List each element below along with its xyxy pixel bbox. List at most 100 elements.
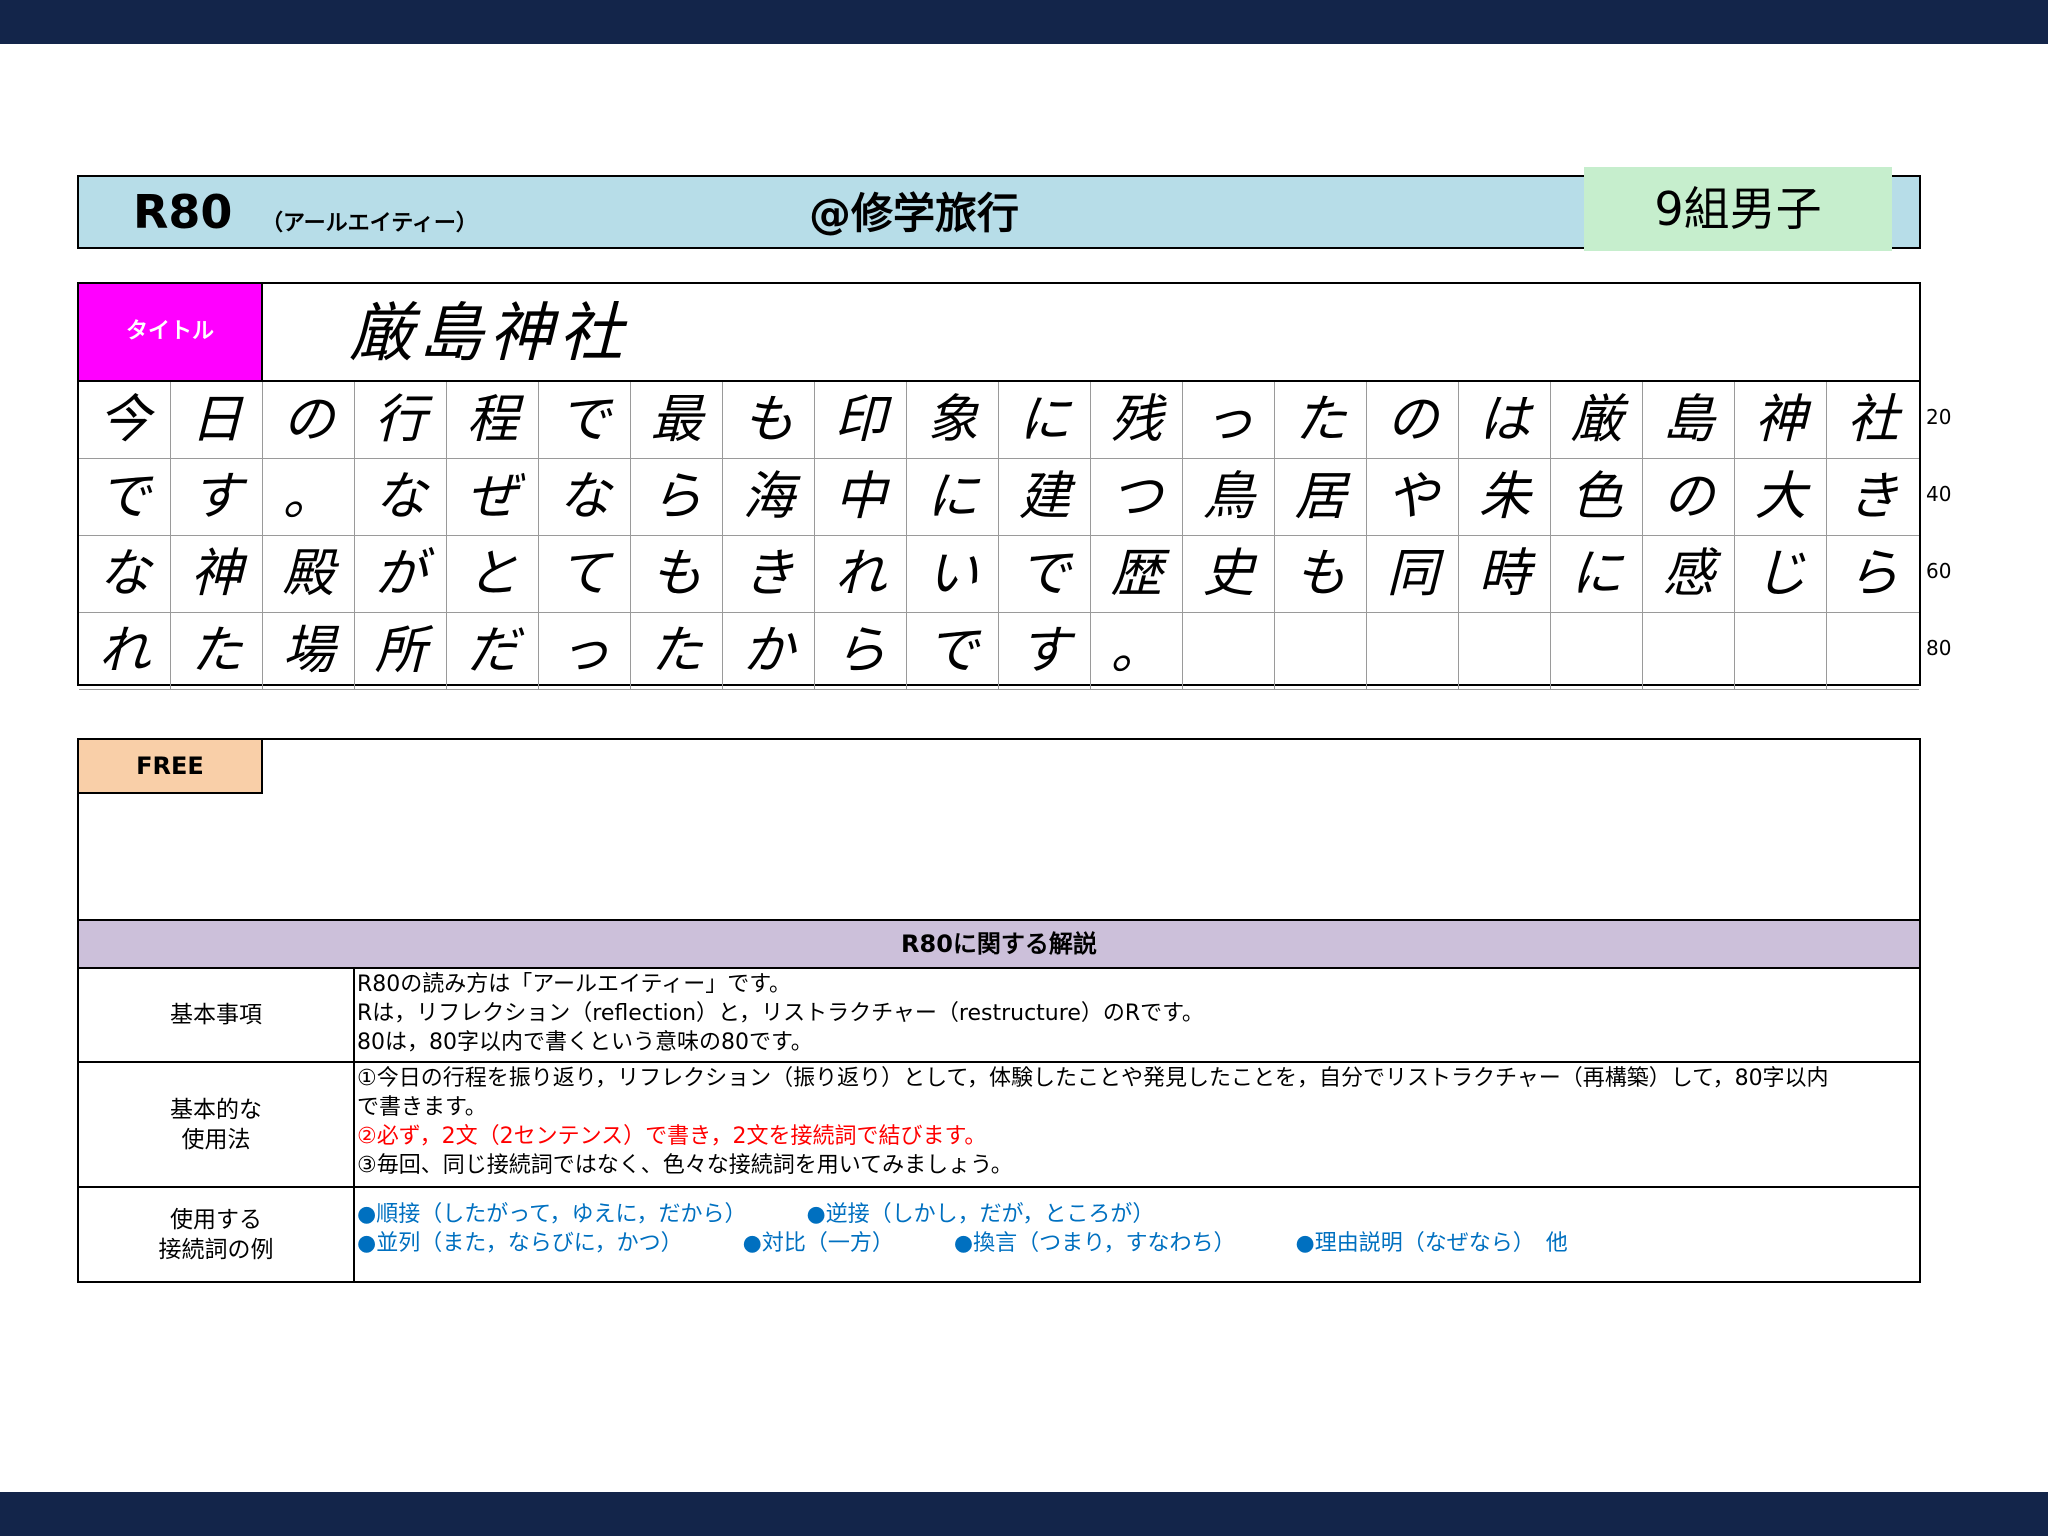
usage-line: で書きます。 bbox=[357, 1095, 487, 1120]
subject-title: @修学旅行 bbox=[809, 189, 1020, 238]
grid-cell[interactable]: 神 bbox=[171, 536, 263, 613]
grid-cell[interactable]: は bbox=[1459, 382, 1551, 459]
grid-cell[interactable] bbox=[1551, 613, 1643, 690]
grid-cell[interactable]: だ bbox=[447, 613, 539, 690]
grid-cell[interactable]: 感 bbox=[1643, 536, 1735, 613]
conjunctions-line-1: ●順接（したがって，ゆえに，だから） ●逆接（しかし，だが，ところが） bbox=[357, 1200, 1917, 1229]
grid-cell[interactable]: 中 bbox=[815, 459, 907, 536]
grid-cell[interactable]: 。 bbox=[1091, 613, 1183, 690]
grid-cell[interactable]: 行 bbox=[355, 382, 447, 459]
grid-cell[interactable]: 色 bbox=[1551, 459, 1643, 536]
grid-cell[interactable]: れ bbox=[79, 613, 171, 690]
grid-cell[interactable]: 神 bbox=[1735, 382, 1827, 459]
grid-cell[interactable]: に bbox=[1551, 536, 1643, 613]
usage-line-emphasis: ②必ず，2文（2センテンス）で書き，2文を接続詞で結びます。 bbox=[357, 1124, 987, 1149]
grid-cell[interactable]: が bbox=[355, 536, 447, 613]
grid-cell[interactable]: す bbox=[999, 613, 1091, 690]
grid-cell[interactable]: た bbox=[1275, 382, 1367, 459]
grid-cell[interactable] bbox=[1183, 613, 1275, 690]
basics-label: 基本事項 bbox=[79, 969, 355, 1061]
conjunction-item: ●対比（一方） bbox=[742, 1231, 894, 1256]
grid-cell[interactable]: 殿 bbox=[263, 536, 355, 613]
worksheet-header: R80 （アールエイティー） @修学旅行 9組男子 bbox=[77, 167, 1921, 251]
grid-cell[interactable] bbox=[1459, 613, 1551, 690]
grid-cell[interactable]: ら bbox=[815, 613, 907, 690]
grid-cell[interactable]: で bbox=[539, 382, 631, 459]
grid-cell[interactable]: 場 bbox=[263, 613, 355, 690]
grid-cell[interactable]: に bbox=[999, 382, 1091, 459]
grid-cell[interactable]: 残 bbox=[1091, 382, 1183, 459]
grid-cell[interactable] bbox=[1827, 613, 1919, 690]
grid-cell[interactable]: な bbox=[355, 459, 447, 536]
group-name: 9組男子 bbox=[1584, 167, 1892, 251]
grid-cell[interactable]: て bbox=[539, 536, 631, 613]
grid-cell[interactable]: ら bbox=[1827, 536, 1919, 613]
grid-cell[interactable]: 鳥 bbox=[1183, 459, 1275, 536]
grid-cell[interactable]: も bbox=[1275, 536, 1367, 613]
grid-cell[interactable]: っ bbox=[539, 613, 631, 690]
grid-cell[interactable]: に bbox=[907, 459, 999, 536]
usage-row: 基本的な 使用法 ①今日の行程を振り返り，リフレクション（振り返り）として，体験… bbox=[79, 1063, 1919, 1188]
grid-cell[interactable]: 同 bbox=[1367, 536, 1459, 613]
grid-cell[interactable]: ら bbox=[631, 459, 723, 536]
grid-cell[interactable]: れ bbox=[815, 536, 907, 613]
grid-cell[interactable]: 歴 bbox=[1091, 536, 1183, 613]
grid-cell[interactable]: 所 bbox=[355, 613, 447, 690]
conjunction-item: ●換言（つまり，すなわち） bbox=[953, 1231, 1236, 1256]
grid-cell[interactable]: 居 bbox=[1275, 459, 1367, 536]
grid-cell[interactable]: す bbox=[171, 459, 263, 536]
grid-cell[interactable]: じ bbox=[1735, 536, 1827, 613]
grid-cell[interactable]: な bbox=[539, 459, 631, 536]
grid-cell[interactable]: た bbox=[171, 613, 263, 690]
grid-cell[interactable]: 時 bbox=[1459, 536, 1551, 613]
grid-cell[interactable]: 程 bbox=[447, 382, 539, 459]
grid-cell[interactable]: の bbox=[1643, 459, 1735, 536]
grid-cell[interactable]: 厳 bbox=[1551, 382, 1643, 459]
char-count-marker: 60 bbox=[1926, 559, 1952, 583]
grid-cell[interactable]: 島 bbox=[1643, 382, 1735, 459]
usage-content: ①今日の行程を振り返り，リフレクション（振り返り）として，体験したことや発見した… bbox=[357, 1064, 1917, 1180]
free-label: FREE bbox=[79, 740, 263, 794]
basics-line: 80は，80字以内で書くという意味の80です。 bbox=[357, 1030, 813, 1055]
grid-cell[interactable]: や bbox=[1367, 459, 1459, 536]
title-value[interactable]: 厳島神社 bbox=[349, 294, 629, 374]
grid-cell[interactable]: 大 bbox=[1735, 459, 1827, 536]
grid-cell[interactable] bbox=[1643, 613, 1735, 690]
grid-cell[interactable]: き bbox=[1827, 459, 1919, 536]
grid-cell[interactable]: 朱 bbox=[1459, 459, 1551, 536]
grid-cell[interactable] bbox=[1735, 613, 1827, 690]
grid-cell[interactable]: 今 bbox=[79, 382, 171, 459]
conjunctions-line-2: ●並列（また，ならびに，かつ） ●対比（一方） ●換言（つまり，すなわち） ●理… bbox=[357, 1229, 1917, 1258]
grid-cell[interactable]: も bbox=[631, 536, 723, 613]
grid-cell[interactable]: と bbox=[447, 536, 539, 613]
grid-cell[interactable]: も bbox=[723, 382, 815, 459]
grid-cell[interactable]: つ bbox=[1091, 459, 1183, 536]
free-box[interactable]: FREE bbox=[77, 738, 1921, 921]
grid-cell[interactable]: の bbox=[263, 382, 355, 459]
grid-cell[interactable]: 建 bbox=[999, 459, 1091, 536]
grid-cell[interactable]: っ bbox=[1183, 382, 1275, 459]
grid-cell[interactable]: た bbox=[631, 613, 723, 690]
grid-cell[interactable]: の bbox=[1367, 382, 1459, 459]
usage-line: ③毎回、同じ接続詞ではなく、色々な接続詞を用いてみましょう。 bbox=[357, 1153, 1013, 1178]
grid-cell[interactable]: 社 bbox=[1827, 382, 1919, 459]
grid-cell[interactable]: ぜ bbox=[447, 459, 539, 536]
grid-cell[interactable]: き bbox=[723, 536, 815, 613]
grid-cell[interactable]: 日 bbox=[171, 382, 263, 459]
grid-cell[interactable] bbox=[1275, 613, 1367, 690]
grid-cell[interactable]: 海 bbox=[723, 459, 815, 536]
grid-cell[interactable]: で bbox=[999, 536, 1091, 613]
grid-cell[interactable]: い bbox=[907, 536, 999, 613]
grid-cell[interactable]: で bbox=[907, 613, 999, 690]
basics-row: 基本事項 R80の読み方は「アールエイティー」です。 Rは，リフレクション（re… bbox=[79, 969, 1919, 1063]
grid-cell[interactable]: 史 bbox=[1183, 536, 1275, 613]
grid-cell[interactable]: か bbox=[723, 613, 815, 690]
grid-row: な神殿がとてもきれいで歴史も同時に感じら bbox=[79, 536, 1919, 613]
grid-cell[interactable]: な bbox=[79, 536, 171, 613]
grid-cell[interactable]: 最 bbox=[631, 382, 723, 459]
grid-cell[interactable] bbox=[1367, 613, 1459, 690]
grid-cell[interactable]: 印 bbox=[815, 382, 907, 459]
grid-cell[interactable]: で bbox=[79, 459, 171, 536]
grid-cell[interactable]: 象 bbox=[907, 382, 999, 459]
grid-cell[interactable]: 。 bbox=[263, 459, 355, 536]
